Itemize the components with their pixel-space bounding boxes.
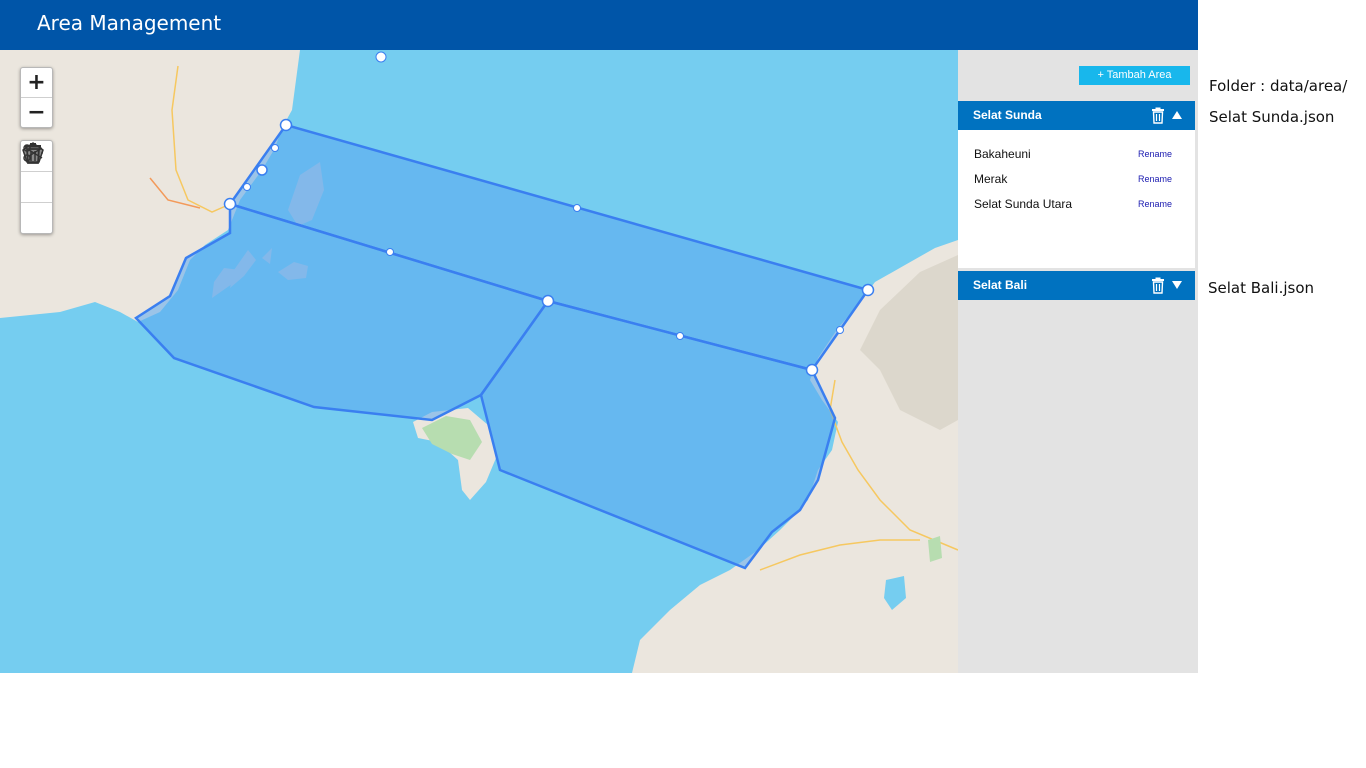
trash-icon (1152, 107, 1164, 124)
group-header-selat-bali[interactable]: Selat Bali (958, 271, 1195, 300)
vertex-handle (271, 144, 279, 152)
map-canvas[interactable] (0, 50, 958, 673)
group-label: Selat Bali (973, 278, 1028, 292)
add-area-button[interactable]: + Tambah Area (1079, 66, 1190, 85)
zoom-out-button[interactable]: − (21, 98, 52, 127)
vertex-handle (386, 248, 394, 256)
list-item: Selat Sunda Utara Rename (974, 197, 1184, 215)
area-name: Bakaheuni (974, 147, 1031, 161)
vertex-handle (573, 204, 581, 212)
delete-layer-button[interactable] (21, 143, 52, 233)
vertex-handle (256, 164, 268, 176)
rename-link[interactable]: Rename (1138, 149, 1172, 159)
vertex-handle (861, 283, 875, 297)
expand-icon[interactable] (1172, 281, 1182, 289)
area-name: Selat Sunda Utara (974, 197, 1073, 211)
folder-note: Folder : data/area/ (1209, 77, 1348, 95)
area-name: Merak (974, 172, 1008, 186)
app-header: Area Management (0, 0, 1198, 50)
list-item: Merak Rename (974, 172, 1184, 190)
file-note-selat-sunda: Selat Sunda.json (1209, 108, 1335, 126)
vertex-handle (375, 51, 387, 63)
list-item: Bakaheuni Rename (974, 147, 1184, 165)
zoom-control: + − (20, 67, 53, 128)
vertex-handle (243, 183, 251, 191)
collapse-icon[interactable] (1172, 111, 1182, 119)
area-sidebar: + Tambah Area Selat Sunda Bakaheuni Rena… (958, 50, 1198, 673)
zoom-in-button[interactable]: + (21, 68, 52, 98)
trash-icon (1152, 277, 1164, 294)
map-view[interactable]: + − (0, 50, 958, 673)
rename-link[interactable]: Rename (1138, 174, 1172, 184)
vertex-handle (805, 363, 819, 377)
trash-icon (25, 143, 41, 164)
cut-button[interactable] (21, 144, 52, 203)
group-delete-button[interactable] (1151, 107, 1165, 127)
group-header-selat-sunda[interactable]: Selat Sunda (958, 101, 1195, 130)
page-title: Area Management (37, 11, 222, 35)
vertex-handle (541, 294, 555, 308)
group-delete-button[interactable] (1151, 277, 1165, 297)
group-body-selat-sunda: Bakaheuni Rename Merak Rename Selat Sund… (958, 130, 1195, 268)
file-note-selat-bali: Selat Bali.json (1208, 279, 1315, 297)
vertex-handle (223, 197, 237, 211)
rename-link[interactable]: Rename (1138, 199, 1172, 209)
draw-toolbar (20, 140, 53, 234)
park-java (928, 536, 942, 562)
group-label: Selat Sunda (973, 108, 1042, 122)
vertex-handle (836, 326, 844, 334)
vertex-handle (279, 118, 293, 132)
vertex-handle (676, 332, 684, 340)
